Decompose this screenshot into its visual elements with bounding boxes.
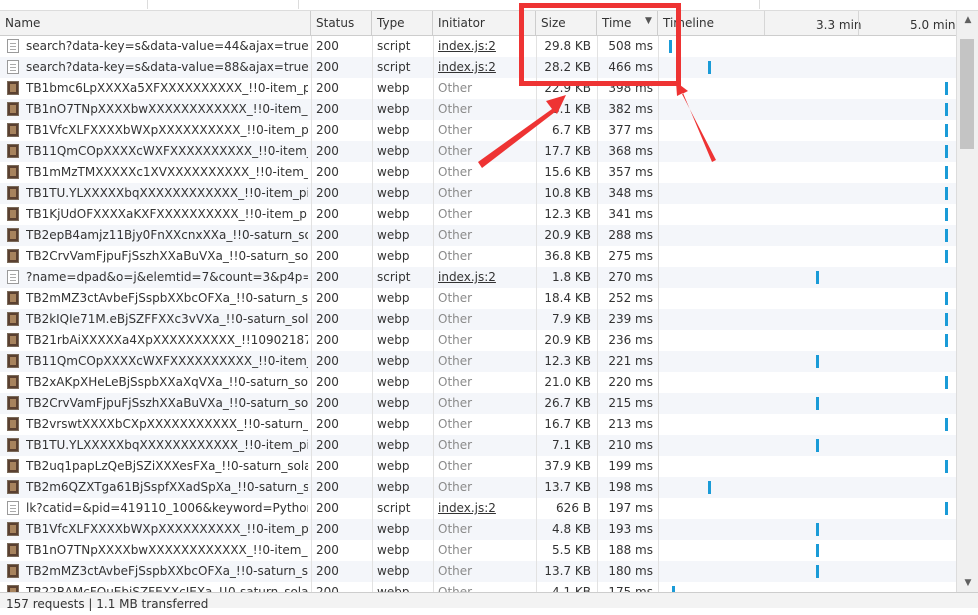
annotation-arrows bbox=[478, 82, 716, 168]
annotation-arrow-right bbox=[676, 82, 716, 162]
annotation-arrow-left bbox=[478, 95, 566, 168]
